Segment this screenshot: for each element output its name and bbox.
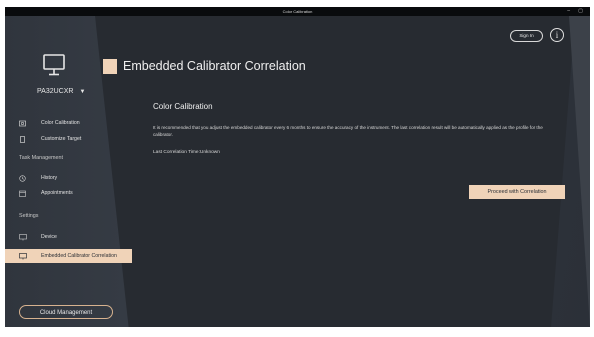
- title-accent: [103, 59, 117, 74]
- proceed-with-correlation-button[interactable]: Proceed with Correlation: [469, 185, 565, 199]
- caret-down-icon: ▼: [79, 88, 86, 95]
- description-text: It is recommended that you adjust the em…: [153, 125, 543, 137]
- history-icon: [5, 174, 37, 182]
- sidebar-item-label: Color Calibration: [41, 120, 80, 126]
- device-selector[interactable]: PA32UCXR ▼: [37, 88, 85, 95]
- calibration-icon: [5, 120, 37, 127]
- sidebar-item-appointments[interactable]: Appointments: [5, 187, 133, 199]
- sidebar-item-device[interactable]: Device: [5, 231, 133, 243]
- monitor-icon: [43, 54, 65, 76]
- cloud-management-button[interactable]: Cloud Management: [19, 305, 113, 319]
- sidebar-item-history[interactable]: History: [5, 172, 133, 184]
- calendar-icon: [5, 190, 37, 197]
- page-title: Embedded Calibrator Correlation: [123, 59, 306, 73]
- close-button[interactable]: ▢: [578, 7, 583, 16]
- monitor-icon: [5, 233, 37, 241]
- window-title: Color Calibration: [282, 9, 313, 14]
- sidebar-item-customize-target[interactable]: Customize Target: [5, 133, 133, 145]
- section-settings: Settings: [19, 213, 39, 219]
- section-task-management: Task Management: [19, 155, 64, 161]
- sidebar-item-label: Customize Target: [41, 136, 82, 142]
- last-correlation-time: Last Correlation Time:Unknown: [153, 150, 220, 155]
- monitor-icon: [5, 252, 37, 260]
- sidebar-item-label: Embedded Calibrator Correlation: [41, 253, 117, 259]
- sidebar-item-color-calibration[interactable]: Color Calibration: [5, 117, 133, 129]
- sign-in-button[interactable]: Sign In: [510, 30, 543, 42]
- sidebar-item-label: Device: [41, 234, 57, 240]
- sidebar-item-label: Appointments: [41, 190, 73, 196]
- sidebar-item-embedded-calibrator-correlation[interactable]: Embedded Calibrator Correlation: [5, 249, 132, 263]
- device-name: PA32UCXR: [37, 88, 74, 95]
- title-bar: Color Calibration – ▢: [5, 7, 590, 16]
- minimize-button[interactable]: –: [567, 7, 570, 16]
- sidebar-item-label: History: [41, 175, 58, 181]
- section-title: Color Calibration: [153, 102, 213, 111]
- app-window: Color Calibration – ▢ PA32UCXR ▼ Color C…: [5, 7, 590, 327]
- info-icon[interactable]: i: [550, 28, 564, 42]
- target-icon: [5, 135, 37, 143]
